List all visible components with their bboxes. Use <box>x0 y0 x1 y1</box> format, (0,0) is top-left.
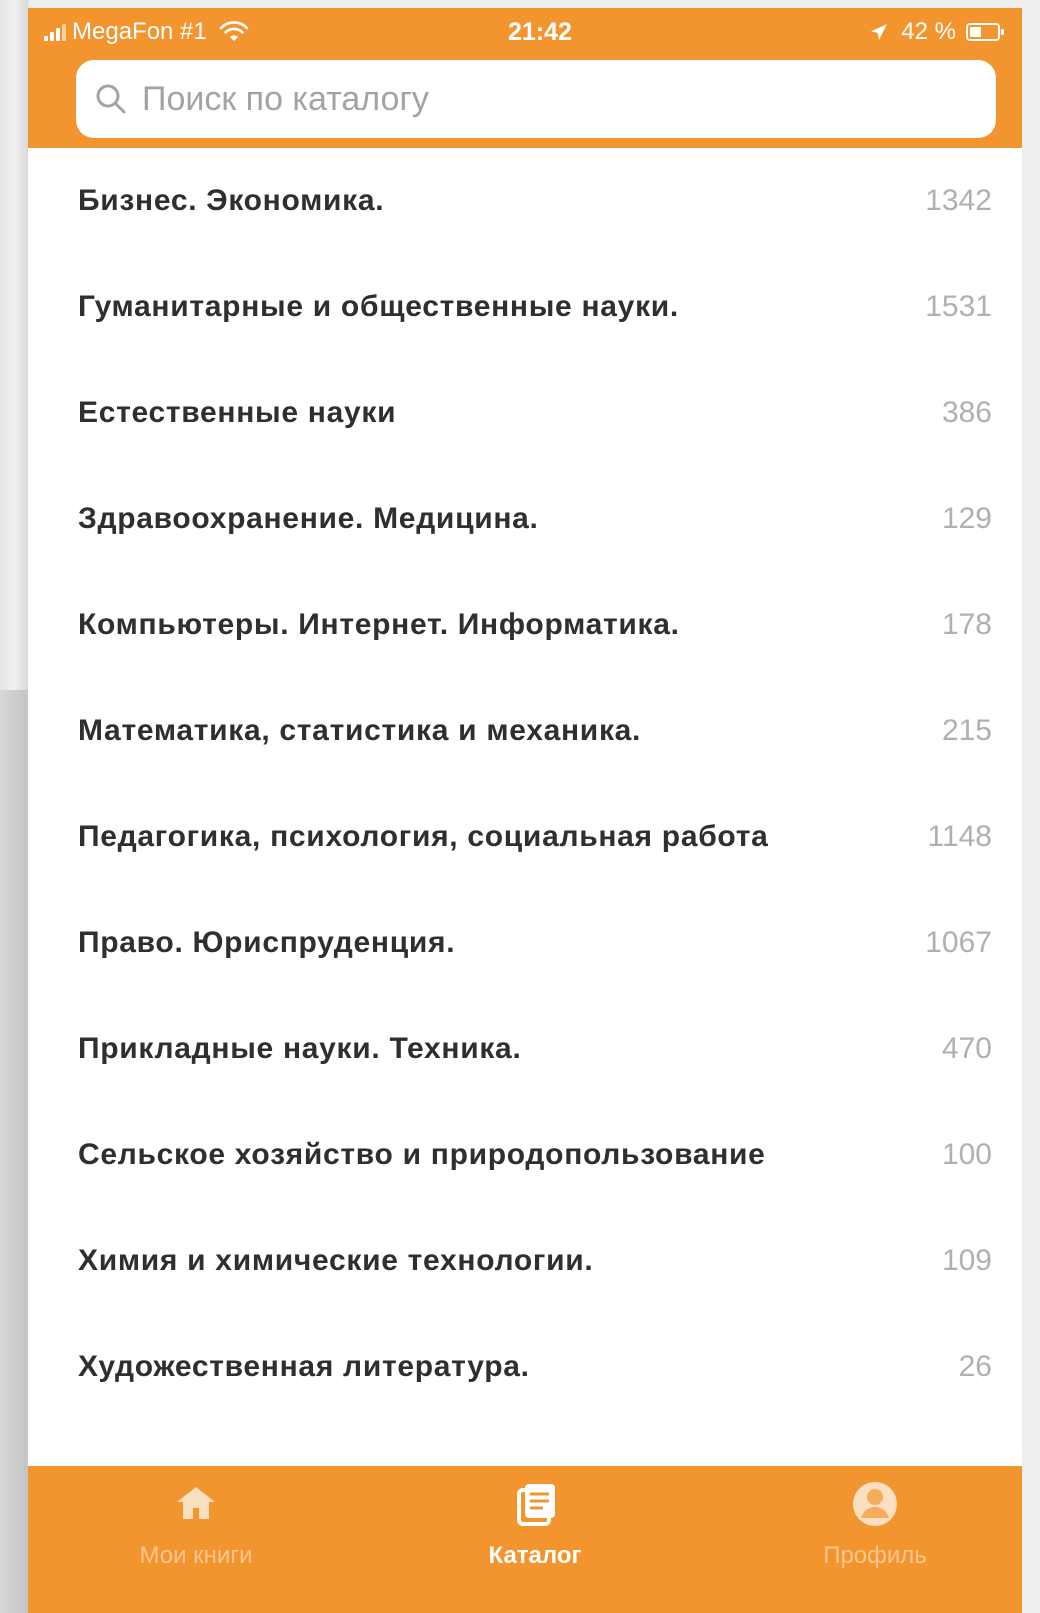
catalog-item-label: Химия и химические технологии. <box>78 1244 594 1277</box>
status-time: 21:42 <box>508 18 572 46</box>
profile-icon <box>853 1482 897 1526</box>
battery-fill <box>970 27 981 37</box>
catalog-item-applied-sciences[interactable]: Прикладные науки. Техника. 470 <box>28 996 1022 1102</box>
nav-catalog-label: Каталог <box>488 1542 582 1569</box>
catalog-list: Бизнес. Экономика. 1342 Гуманитарные и о… <box>28 148 1022 1473</box>
home-icon <box>177 1487 215 1519</box>
catalog-item-count: 386 <box>941 396 992 429</box>
catalog-item-natural-sciences[interactable]: Естественные науки 386 <box>28 360 1022 466</box>
catalog-item-label: Сельское хозяйство и природопользование <box>78 1138 766 1171</box>
search-bar[interactable] <box>76 60 996 138</box>
catalog-item-count: 109 <box>941 1244 992 1277</box>
phone-screen: MegaFon #1 21:42 42 % Поиск по каталогу … <box>28 8 1022 1613</box>
catalog-item-chemistry[interactable]: Химия и химические технологии. 109 <box>28 1208 1022 1314</box>
location-arrow-icon <box>871 24 888 40</box>
catalog-item-count: 100 <box>941 1138 992 1171</box>
status-right: 42 % <box>867 18 1004 46</box>
catalog-item-count: 129 <box>941 502 992 535</box>
carrier-name: MegaFon #1 <box>72 18 207 45</box>
catalog-item-label: Здравоохранение. Медицина. <box>78 502 539 535</box>
catalog-item-count: 26 <box>958 1350 992 1383</box>
nav-my-books-icon-wrap <box>86 1476 306 1532</box>
catalog-item-label: Художественная литература. <box>78 1350 530 1383</box>
catalog-item-count: 1531 <box>925 290 992 323</box>
nav-my-books[interactable]: Мои книги <box>86 1476 306 1596</box>
catalog-item-count: 1342 <box>925 184 992 217</box>
catalog-item-count: 1148 <box>927 820 992 853</box>
catalog-item-label: Компьютеры. Интернет. Информатика. <box>78 608 680 641</box>
nav-catalog[interactable]: Каталог <box>425 1476 645 1596</box>
side-shadow <box>0 690 28 1613</box>
nav-profile[interactable]: Профиль <box>765 1476 985 1596</box>
nav-catalog-icon-wrap <box>425 1476 645 1532</box>
catalog-item-humanities[interactable]: Гуманитарные и общественные науки. 1531 <box>28 254 1022 360</box>
catalog-item-count: 1067 <box>925 926 992 959</box>
nav-profile-label: Профиль <box>823 1542 927 1569</box>
bottom-navigation: Мои книги Каталог Профиль <box>28 1466 1022 1613</box>
wifi-icon <box>219 21 249 41</box>
status-left: MegaFon #1 <box>44 18 249 46</box>
catalog-item-computers[interactable]: Компьютеры. Интернет. Информатика. 178 <box>28 572 1022 678</box>
catalog-item-business-economics[interactable]: Бизнес. Экономика. 1342 <box>28 148 1022 254</box>
battery-icon <box>966 23 1004 41</box>
battery-percent: 42 % <box>901 18 956 45</box>
catalog-item-agriculture[interactable]: Сельское хозяйство и природопользование … <box>28 1102 1022 1208</box>
nav-my-books-label: Мои книги <box>139 1542 253 1569</box>
catalog-item-pedagogy[interactable]: Педагогика, психология, социальная работ… <box>28 784 1022 890</box>
catalog-icon <box>517 1484 555 1526</box>
catalog-item-mathematics[interactable]: Математика, статистика и механика. 215 <box>28 678 1022 784</box>
catalog-item-label: Естественные науки <box>78 396 397 429</box>
top-header: MegaFon #1 21:42 42 % <box>28 8 1022 148</box>
catalog-item-fiction[interactable]: Художественная литература. 26 <box>28 1314 1022 1420</box>
signal-icon <box>44 23 66 41</box>
catalog-item-label: Педагогика, психология, социальная работ… <box>78 820 769 853</box>
catalog-item-label: Право. Юриспруденция. <box>78 926 456 959</box>
catalog-item-medicine[interactable]: Здравоохранение. Медицина. 129 <box>28 466 1022 572</box>
catalog-item-label: Гуманитарные и общественные науки. <box>78 290 679 323</box>
nav-profile-icon-wrap <box>765 1476 985 1532</box>
catalog-item-count: 178 <box>941 608 992 641</box>
catalog-item-label: Математика, статистика и механика. <box>78 714 642 747</box>
search-input[interactable] <box>142 79 962 119</box>
catalog-item-count: 470 <box>941 1032 992 1065</box>
catalog-item-label: Прикладные науки. Техника. <box>78 1032 522 1065</box>
catalog-item-label: Бизнес. Экономика. <box>78 184 385 217</box>
catalog-item-count: 215 <box>941 714 992 747</box>
search-icon <box>96 84 126 114</box>
catalog-item-law[interactable]: Право. Юриспруденция. 1067 <box>28 890 1022 996</box>
status-bar: MegaFon #1 21:42 42 % <box>28 8 1022 60</box>
